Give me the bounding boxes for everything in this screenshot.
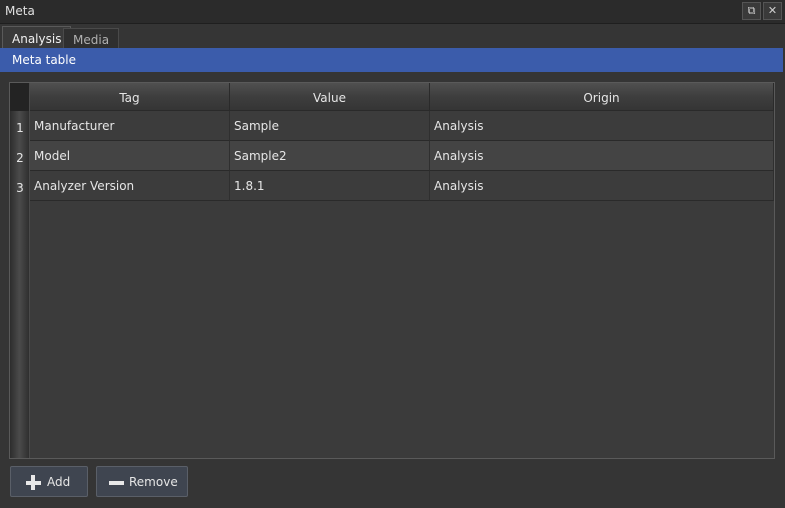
cell-origin[interactable]: Analysis <box>430 141 774 171</box>
minus-icon <box>109 475 124 490</box>
row-number[interactable]: 3 <box>10 171 30 201</box>
meta-table: Tag Value Origin 1 Manufacturer Sample A… <box>9 82 775 459</box>
row-number[interactable]: 2 <box>10 141 30 171</box>
close-icon: ✕ <box>767 4 778 17</box>
tab-bar: Analysis Media <box>0 24 785 48</box>
cell-tag[interactable]: Analyzer Version <box>30 171 230 201</box>
add-button[interactable]: Add <box>10 466 88 497</box>
close-button[interactable]: ✕ <box>763 2 782 20</box>
cell-value[interactable]: Sample <box>230 111 430 141</box>
plus-icon <box>26 475 41 490</box>
column-header-tag[interactable]: Tag <box>30 83 230 111</box>
cell-tag[interactable]: Model <box>30 141 230 171</box>
tab-media[interactable]: Media <box>63 28 120 48</box>
window-title: Meta <box>5 4 35 18</box>
table-corner[interactable] <box>10 83 30 111</box>
cell-value[interactable]: Sample2 <box>230 141 430 171</box>
float-window-icon: ⧉ <box>747 4 756 17</box>
float-window-button[interactable]: ⧉ <box>742 2 761 20</box>
cell-tag[interactable]: Manufacturer <box>30 111 230 141</box>
remove-button-label: Remove <box>129 475 178 489</box>
remove-button[interactable]: Remove <box>96 466 188 497</box>
cell-origin[interactable]: Analysis <box>430 111 774 141</box>
column-header-origin[interactable]: Origin <box>430 83 774 111</box>
title-bar: Meta ⧉ ✕ <box>0 0 785 24</box>
section-header: Meta table <box>0 48 783 72</box>
cell-origin[interactable]: Analysis <box>430 171 774 201</box>
column-header-value[interactable]: Value <box>230 83 430 111</box>
add-button-label: Add <box>47 475 71 489</box>
tab-analysis[interactable]: Analysis <box>2 26 72 48</box>
row-number[interactable]: 1 <box>10 111 30 141</box>
cell-value[interactable]: 1.8.1 <box>230 171 430 201</box>
